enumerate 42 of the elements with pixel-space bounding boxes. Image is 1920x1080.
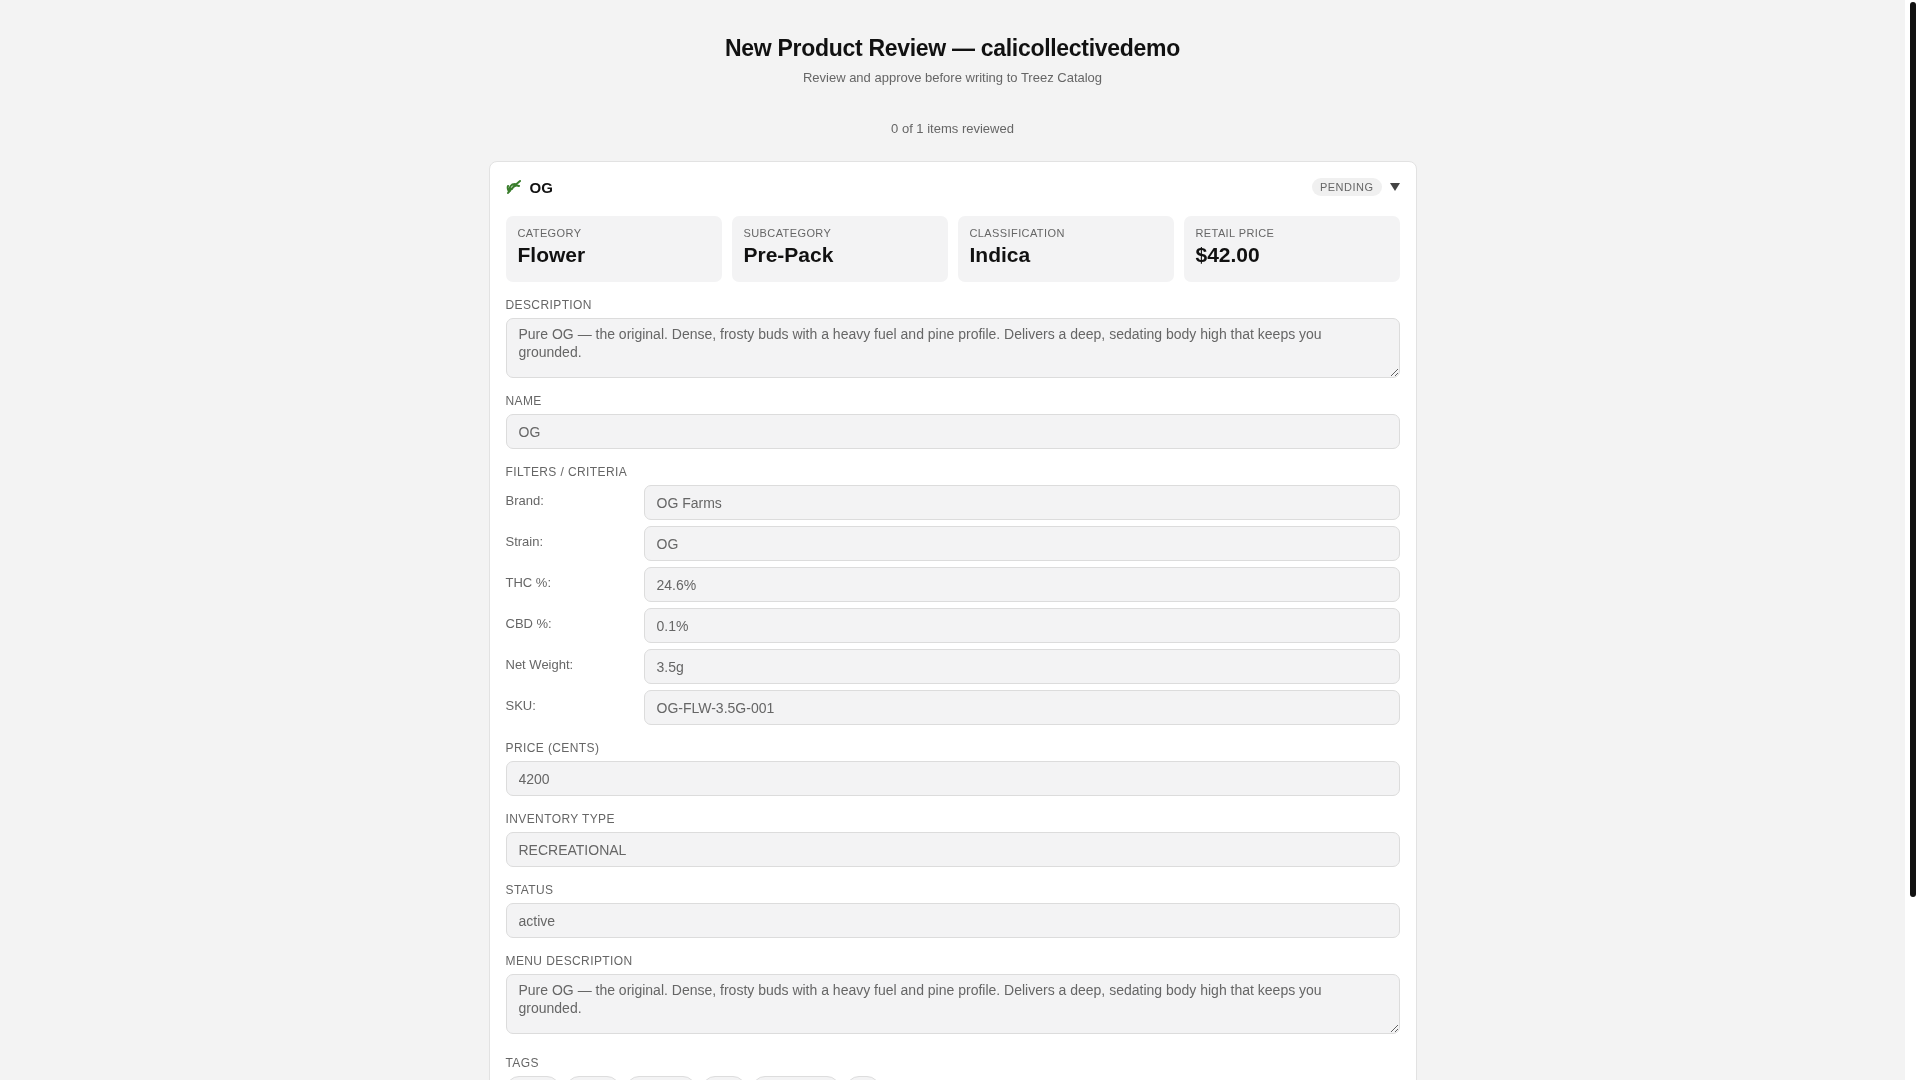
- filter-label: SKU:: [505, 697, 537, 713]
- status-badge: PENDING: [1311, 178, 1382, 196]
- scrollbar-thumb[interactable]: [1909, 2, 1916, 897]
- filter-label: Brand:: [505, 492, 545, 508]
- section-label: FILTERS / CRITERIA: [505, 465, 629, 479]
- filter-field[interactable]: OG Farms: [643, 485, 1400, 520]
- review-count: 0 of 1 items reviewed: [891, 121, 1014, 136]
- page-title: New Product Review — calicollectivedemo: [725, 35, 1180, 62]
- field-label: PRICE (CENTS): [505, 741, 601, 755]
- filter-label: CBD %:: [505, 615, 553, 631]
- description-field[interactable]: Pure OG — the original. Dense, frosty buds with a heavy fuel and pine profile. Delivers a deep, sedating body high that keeps you grounded.: [505, 318, 1400, 378]
- field-label: NAME: [505, 394, 543, 408]
- summary-value: Indica: [969, 243, 1032, 267]
- summary-value: Flower: [517, 243, 587, 267]
- summary-value: Pre-Pack: [743, 243, 835, 267]
- input-field[interactable]: active: [505, 903, 1400, 938]
- text-area-field[interactable]: Pure OG — the original. Dense, frosty buds with a heavy fuel and pine profile. Delivers a deep, sedating body high that keeps you grounded.: [505, 974, 1400, 1034]
- caret-icon[interactable]: [1389, 183, 1400, 191]
- filter-field[interactable]: 0.1%: [643, 608, 1400, 643]
- name-field[interactable]: OG: [505, 414, 1400, 449]
- filter-field[interactable]: OG: [643, 526, 1400, 561]
- field-label: DESCRIPTION: [505, 298, 593, 312]
- filter-label: THC %:: [505, 574, 552, 590]
- summary-label: RETAIL PRICE: [1195, 227, 1276, 239]
- filter-field[interactable]: 3.5g: [643, 649, 1400, 684]
- summary-label: CATEGORY: [517, 227, 583, 239]
- input-field[interactable]: RECREATIONAL: [505, 832, 1400, 867]
- summary-label: SUBCATEGORY: [743, 227, 833, 239]
- filter-label: Net Weight:: [505, 656, 575, 672]
- page-subtitle: Review and approve before writing to Treez Catalog: [802, 70, 1103, 85]
- filter-field[interactable]: OG-FLW-3.5G-001: [643, 690, 1400, 725]
- leaf-icon: [505, 179, 522, 195]
- product-name: OG: [529, 178, 553, 196]
- field-label: MENU DESCRIPTION: [505, 954, 634, 968]
- field-label: TAGS: [505, 1056, 540, 1070]
- filter-label: Strain:: [505, 533, 545, 549]
- field-label: INVENTORY TYPE: [505, 812, 616, 826]
- summary-value: $42.00: [1195, 243, 1261, 267]
- input-field[interactable]: 4200: [505, 761, 1400, 796]
- summary-label: CLASSIFICATION: [969, 227, 1066, 239]
- filter-field[interactable]: 24.6%: [643, 567, 1400, 602]
- field-label: STATUS: [505, 883, 555, 897]
